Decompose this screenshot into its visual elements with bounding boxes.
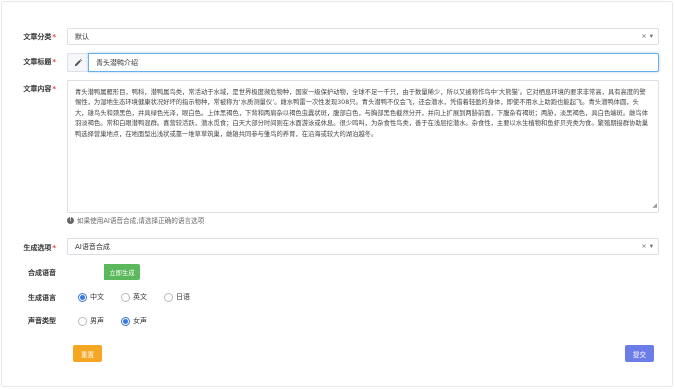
radio-language-japanese[interactable]: 日语: [164, 292, 190, 302]
title-label: 文章标题*: [23, 58, 56, 66]
generate-option-select[interactable]: AI语音合成 × ▾: [67, 238, 659, 255]
clear-icon[interactable]: ×: [641, 242, 646, 250]
category-select[interactable]: 默认 × ▾: [67, 28, 659, 45]
radio-checked-icon: [121, 316, 130, 326]
radio-label: 日语: [176, 293, 190, 301]
submit-button[interactable]: 提交: [625, 345, 654, 362]
voice-type-label: 声音类型: [28, 317, 56, 325]
radio-checked-icon: [78, 292, 87, 302]
content-label: 文章内容*: [23, 85, 56, 93]
category-value: 默认: [75, 32, 89, 41]
synth-voice-label: 合成语音: [28, 269, 56, 277]
required-mark: *: [52, 33, 56, 41]
language-radio-group: 中文 英文 日语: [78, 292, 207, 302]
content-help-text: 如果使用AI语音合成,请选择正确的语言选项: [77, 217, 205, 225]
content-help: ! 如果使用AI语音合成,请选择正确的语言选项: [67, 215, 204, 225]
radio-label: 女声: [133, 317, 147, 325]
content-textarea[interactable]: 青头潜鸭属雁形目，鸭科，潜鸭属鸟类，常活动于水域，是世界极度濒危物种，国家一级保…: [67, 80, 659, 213]
title-input-group: 青头潜鸭介绍: [67, 53, 659, 72]
synth-voice-control: 立即生成: [67, 264, 140, 280]
generate-now-button[interactable]: 立即生成: [104, 264, 140, 280]
synth-voice-blank: [67, 264, 104, 280]
chevron-down-icon[interactable]: ▾: [650, 32, 653, 40]
clear-icon[interactable]: ×: [641, 32, 646, 40]
radio-label: 中文: [90, 293, 104, 301]
info-icon: !: [67, 216, 74, 224]
resize-handle-icon[interactable]: ◢: [652, 201, 657, 211]
radio-unchecked-icon: [121, 292, 130, 302]
generate-option-value: AI语音合成: [75, 242, 110, 251]
required-mark: *: [52, 85, 56, 93]
voice-type-radio-group: 男声 女声: [78, 316, 164, 326]
radio-label: 英文: [133, 293, 147, 301]
chevron-down-icon[interactable]: ▾: [650, 242, 653, 250]
language-label: 生成语言: [28, 294, 56, 302]
radio-voice-female[interactable]: 女声: [121, 316, 147, 326]
category-label: 文章分类*: [23, 33, 56, 41]
radio-voice-male[interactable]: 男声: [78, 316, 104, 326]
content-text: 青头潜鸭属雁形目，鸭科，潜鸭属鸟类，常活动于水域，是世界极度濒危物种，国家一级保…: [75, 89, 649, 138]
title-value: 青头潜鸭介绍: [96, 58, 138, 67]
radio-unchecked-icon: [164, 292, 173, 302]
title-input[interactable]: 青头潜鸭介绍: [88, 53, 659, 72]
required-mark: *: [52, 58, 56, 66]
generate-option-label: 生成选项*: [23, 244, 56, 252]
radio-label: 男声: [90, 317, 104, 325]
reset-button[interactable]: 重置: [73, 345, 102, 362]
radio-language-english[interactable]: 英文: [121, 292, 147, 302]
pencil-icon: [67, 53, 88, 72]
required-mark: *: [52, 244, 56, 252]
radio-language-chinese[interactable]: 中文: [78, 292, 104, 302]
radio-unchecked-icon: [78, 316, 87, 326]
